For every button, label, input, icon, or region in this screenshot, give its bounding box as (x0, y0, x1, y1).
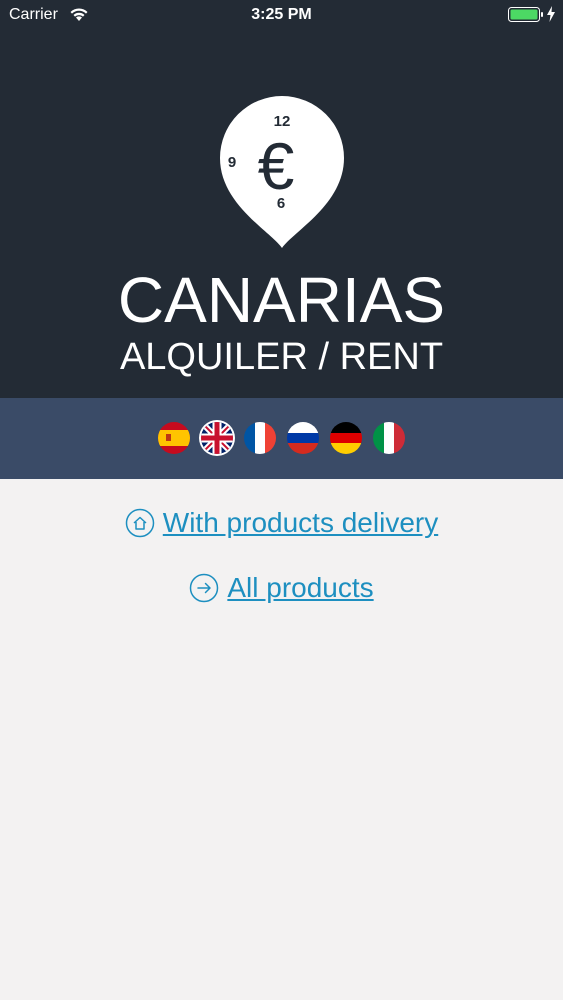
charging-bolt-icon (547, 6, 555, 22)
brand-title: CANARIAS (117, 264, 446, 336)
logo-number-left: 9 (228, 154, 236, 171)
header: Carrier 3:25 PM 12 9 6 € CANARIAS ALQUIL… (0, 0, 563, 398)
germany-flag-icon[interactable] (330, 422, 362, 454)
home-icon (125, 508, 155, 538)
euro-icon: € (258, 129, 295, 203)
logo-number-top: 12 (274, 113, 291, 130)
delivery-link-label: With products delivery (162, 507, 439, 538)
uk-flag-icon[interactable] (201, 422, 233, 454)
all-products-link-row: All products (0, 572, 563, 610)
all-products-link[interactable]: All products (189, 572, 374, 604)
clock-time: 3:25 PM (251, 6, 312, 23)
all-products-link-label: All products (227, 572, 374, 603)
language-bar (0, 398, 563, 479)
france-flag-icon[interactable] (244, 422, 276, 454)
app-logo: 12 9 6 € (220, 96, 344, 248)
status-bar: Carrier 3:25 PM (0, 0, 563, 30)
delivery-link-row: With products delivery (0, 507, 563, 545)
spain-flag-icon[interactable] (158, 422, 190, 454)
brand-subtitle: ALQUILER / RENT (119, 336, 444, 378)
delivery-link[interactable]: With products delivery (125, 507, 438, 539)
arrow-right-icon (190, 573, 219, 603)
italy-flag-icon[interactable] (373, 422, 405, 454)
russia-flag-icon[interactable] (287, 422, 319, 454)
battery-icon (508, 7, 543, 22)
